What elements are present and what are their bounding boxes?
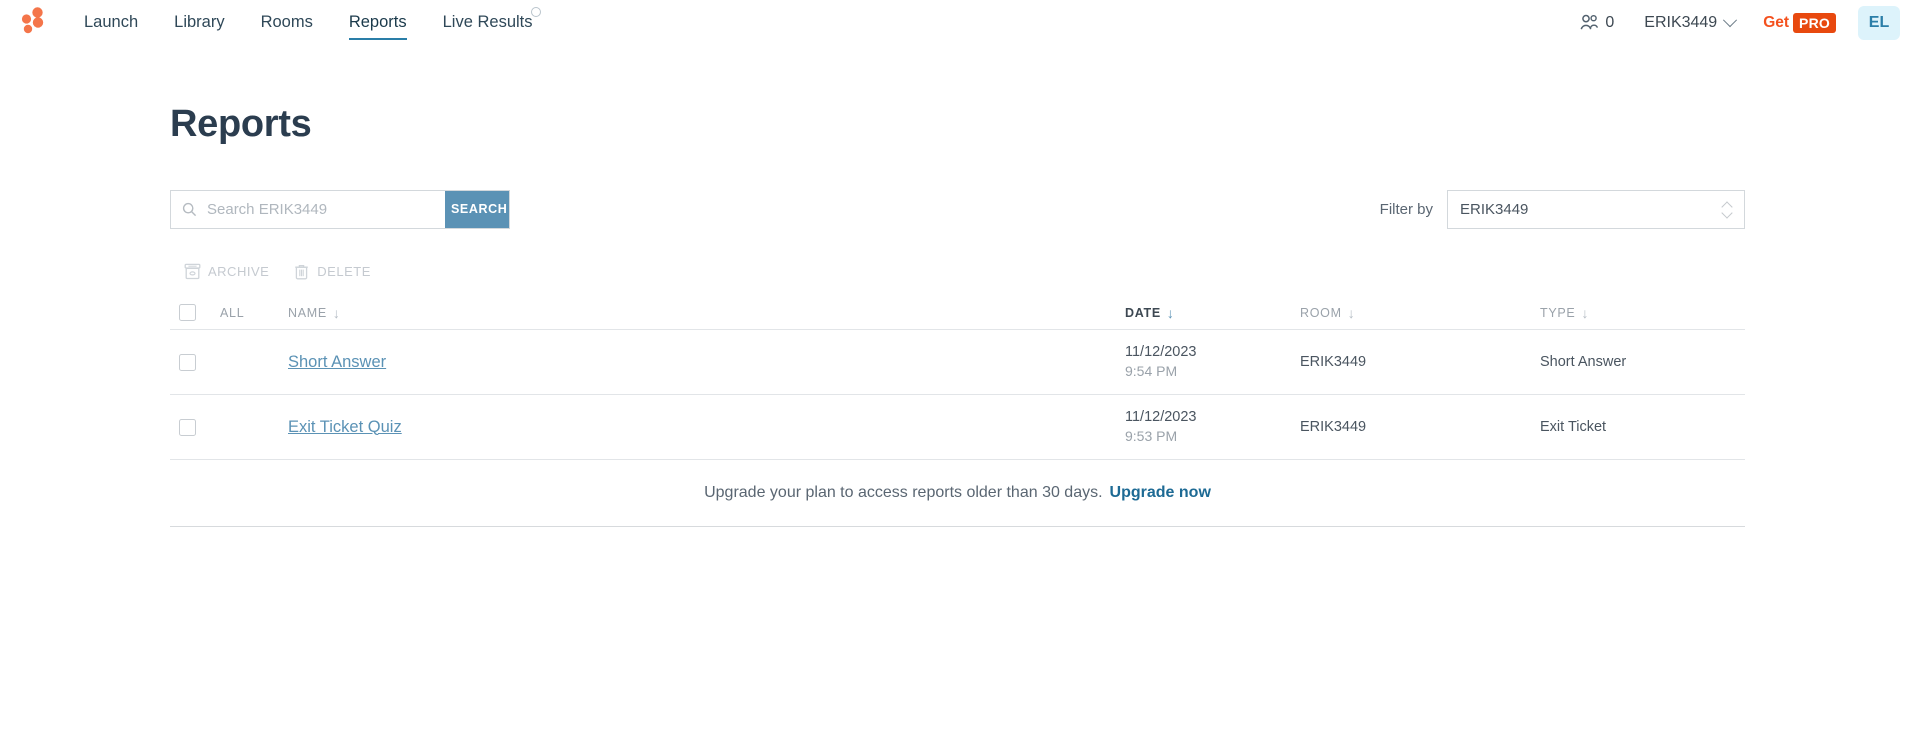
nav-item-rooms[interactable]: Rooms [243, 0, 331, 45]
bulk-actions-toolbar: ARCHIVE DELETE [170, 263, 1745, 280]
column-header-room-cell: ROOM ↓ [1300, 306, 1540, 320]
search-box: SEARCH [170, 189, 510, 229]
avatar[interactable]: EL [1858, 5, 1900, 40]
participants-count-value: 0 [1605, 13, 1615, 31]
column-header-date-label: DATE [1125, 305, 1161, 320]
column-header-name-cell: NAME ↓ [288, 306, 1125, 320]
live-results-badge-icon [530, 7, 541, 17]
search-input[interactable] [205, 199, 445, 219]
upgrade-notice: Upgrade your plan to access reports olde… [170, 460, 1745, 527]
row-date-cell: 11/12/2023 9:53 PM [1125, 408, 1300, 446]
main-nav-links: Launch Library Rooms Reports Live Result… [66, 0, 551, 45]
row-room-cell: ERIK3449 [1300, 418, 1540, 436]
delete-label: DELETE [317, 264, 371, 279]
participants-count[interactable]: 0 [1580, 14, 1614, 32]
row-name-cell: Exit Ticket Quiz [288, 418, 1125, 437]
nav-label-reports: Reports [348, 13, 407, 31]
archive-label: ARCHIVE [208, 264, 270, 279]
column-header-date[interactable]: DATE ↓ [1125, 306, 1175, 320]
chevron-down-icon [1723, 12, 1738, 27]
nav-label-launch: Launch [84, 13, 139, 31]
search-button[interactable]: SEARCH [445, 190, 509, 228]
get-pro-label: Get [1763, 13, 1790, 31]
select-all-checkbox-cell [170, 304, 220, 321]
nav-item-library[interactable]: Library [156, 0, 242, 45]
row-checkbox[interactable] [179, 418, 196, 436]
column-header-room[interactable]: ROOM ↓ [1300, 306, 1355, 320]
filter-selected-value: ERIK3449 [1460, 200, 1529, 218]
page-body: Reports SEARCH Filter by ERIK3449 [0, 45, 1918, 527]
trash-icon [295, 264, 309, 280]
nav-item-launch[interactable]: Launch [66, 0, 156, 45]
row-name-cell: Short Answer [288, 353, 1125, 372]
sort-arrow-down-icon: ↓ [332, 304, 341, 321]
column-header-type-cell: TYPE ↓ [1540, 306, 1745, 320]
sort-arrow-down-icon: ↓ [1166, 304, 1175, 321]
column-header-date-cell: DATE ↓ [1125, 306, 1300, 320]
pro-badge: PRO [1793, 12, 1836, 33]
search-icon [182, 202, 197, 216]
search-and-filter-row: SEARCH Filter by ERIK3449 [170, 189, 1745, 229]
nav-item-reports[interactable]: Reports [331, 0, 425, 45]
column-header-name[interactable]: NAME ↓ [288, 306, 341, 320]
nav-item-live-results[interactable]: Live Results [425, 0, 551, 45]
nav-label-live-results: Live Results [442, 13, 533, 31]
row-room-cell: ERIK3449 [1300, 353, 1540, 371]
report-date: 11/12/2023 [1125, 408, 1197, 425]
top-bar-right-group: 0 ERIK3449 Get PRO EL [1580, 0, 1918, 45]
upgrade-notice-text: Upgrade your plan to access reports olde… [704, 484, 1103, 501]
reports-table: ALL NAME ↓ DATE ↓ ROOM ↓ TYPE ↓ Short An… [170, 296, 1745, 527]
get-pro-button[interactable]: Get PRO [1763, 12, 1836, 33]
select-stepper-icon [1723, 203, 1732, 216]
account-menu[interactable]: ERIK3449 [1644, 12, 1738, 32]
row-checkbox[interactable] [179, 353, 196, 371]
filter-select[interactable]: ERIK3449 [1447, 189, 1745, 229]
report-type: Short Answer [1540, 354, 1627, 370]
column-header-type-label: TYPE [1540, 305, 1576, 320]
column-header-type[interactable]: TYPE ↓ [1540, 306, 1589, 320]
archive-button[interactable]: ARCHIVE [184, 263, 269, 280]
select-all-checkbox[interactable] [179, 304, 196, 321]
sort-arrow-down-icon: ↓ [1347, 304, 1356, 321]
filter-by-label: Filter by [1379, 200, 1433, 218]
top-navigation-bar: Launch Library Rooms Reports Live Result… [0, 0, 1918, 45]
filter-group: Filter by ERIK3449 [1379, 189, 1745, 229]
brand-dots-logo[interactable] [18, 6, 48, 34]
reports-content: SEARCH Filter by ERIK3449 [170, 189, 1745, 527]
row-checkbox-cell [170, 353, 220, 371]
report-date: 11/12/2023 [1125, 343, 1197, 360]
report-type: Exit Ticket [1540, 419, 1607, 435]
table-row: Exit Ticket Quiz 11/12/2023 9:53 PM ERIK… [170, 395, 1745, 460]
report-room: ERIK3449 [1300, 419, 1367, 435]
table-row: Short Answer 11/12/2023 9:54 PM ERIK3449… [170, 330, 1745, 395]
archive-icon [184, 263, 201, 280]
row-type-cell: Short Answer [1540, 353, 1745, 371]
row-checkbox-cell [170, 418, 220, 436]
column-header-name-label: NAME [288, 305, 327, 320]
search-input-wrapper [171, 191, 445, 228]
upgrade-now-link[interactable]: Upgrade now [1110, 484, 1211, 502]
report-time: 9:53 PM [1125, 428, 1178, 445]
report-room: ERIK3449 [1300, 354, 1367, 370]
report-name-link[interactable]: Short Answer [288, 353, 386, 371]
delete-button[interactable]: DELETE [293, 263, 371, 280]
report-name-link[interactable]: Exit Ticket Quiz [288, 418, 402, 436]
row-type-cell: Exit Ticket [1540, 418, 1745, 436]
table-header-row: ALL NAME ↓ DATE ↓ ROOM ↓ TYPE ↓ [170, 296, 1745, 330]
people-icon [1580, 14, 1599, 30]
select-all-label: ALL [220, 305, 245, 320]
column-header-room-label: ROOM [1300, 305, 1342, 320]
nav-label-library: Library [174, 13, 225, 31]
nav-label-rooms: Rooms [260, 13, 313, 31]
account-name-label: ERIK3449 [1644, 13, 1718, 31]
sort-arrow-down-icon: ↓ [1581, 304, 1590, 321]
page-title: Reports [170, 103, 312, 145]
row-date-cell: 11/12/2023 9:54 PM [1125, 343, 1300, 381]
report-time: 9:54 PM [1125, 363, 1178, 380]
avatar-initials: EL [1868, 13, 1890, 31]
